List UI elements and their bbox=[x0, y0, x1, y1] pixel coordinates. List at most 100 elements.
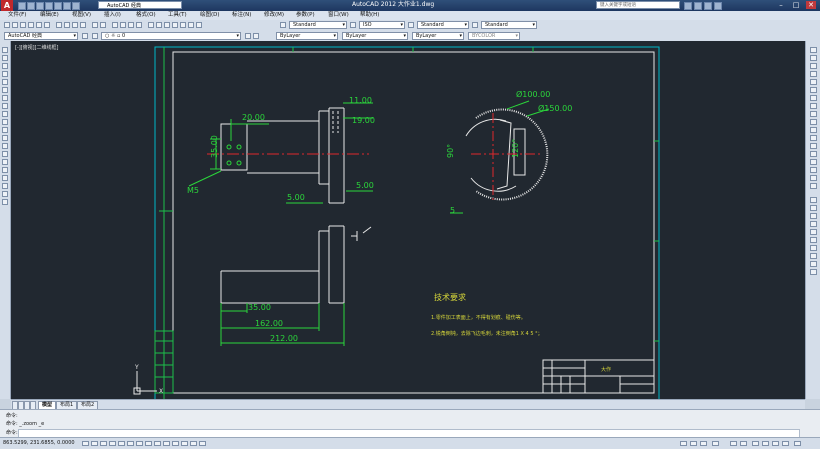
publish-icon[interactable] bbox=[44, 22, 50, 28]
maximize-button[interactable]: □ bbox=[791, 1, 801, 9]
point-icon[interactable] bbox=[2, 151, 8, 157]
snap-mode-icon[interactable] bbox=[91, 441, 98, 446]
zoom-previous-icon[interactable] bbox=[136, 22, 142, 28]
table-style-select[interactable]: Standard bbox=[417, 21, 469, 29]
workspace-select[interactable]: AutoCAD 经典 bbox=[98, 1, 182, 9]
layer-select[interactable]: ○ ☼ ▫ 0 bbox=[101, 32, 241, 40]
multileader-style-icon[interactable] bbox=[472, 22, 478, 28]
zoom-realtime-icon[interactable] bbox=[120, 22, 126, 28]
search-input[interactable]: 键入关键字或短语 bbox=[596, 1, 680, 9]
new-file-icon[interactable] bbox=[18, 2, 26, 10]
snap-center-icon[interactable] bbox=[810, 221, 817, 227]
circle-icon[interactable] bbox=[2, 95, 8, 101]
object-snap-tracking-icon[interactable] bbox=[136, 441, 143, 446]
redo-icon[interactable] bbox=[100, 22, 106, 28]
object-snap-icon[interactable] bbox=[127, 441, 134, 446]
toolbar-lock-icon[interactable] bbox=[762, 441, 769, 446]
menu-view[interactable]: 视图(V) bbox=[72, 11, 91, 20]
rotate-icon[interactable] bbox=[810, 95, 817, 101]
annotation-monitor-icon[interactable] bbox=[199, 441, 206, 446]
insert-block-icon[interactable] bbox=[2, 135, 8, 141]
layer-previous-icon[interactable] bbox=[253, 33, 259, 39]
user-icon[interactable] bbox=[694, 2, 702, 10]
menu-modify[interactable]: 修改(M) bbox=[264, 11, 284, 20]
copy-icon[interactable] bbox=[64, 22, 70, 28]
ellipse-arc-icon[interactable] bbox=[2, 127, 8, 133]
new-icon[interactable] bbox=[4, 22, 10, 28]
redo-icon[interactable] bbox=[72, 2, 80, 10]
quick-view-layouts-icon[interactable] bbox=[690, 441, 697, 446]
menu-window[interactable]: 窗口(W) bbox=[328, 11, 349, 20]
blend-curves-icon[interactable] bbox=[810, 175, 817, 181]
break-icon[interactable] bbox=[810, 143, 817, 149]
join-icon[interactable] bbox=[810, 151, 817, 157]
snap-quadrant-icon[interactable] bbox=[810, 229, 817, 235]
rectangle-icon[interactable] bbox=[2, 79, 8, 85]
menu-edit[interactable]: 编辑(E) bbox=[40, 11, 59, 20]
clean-screen-icon[interactable] bbox=[794, 441, 801, 446]
snap-nearest-icon[interactable] bbox=[810, 253, 817, 259]
dim-style-icon[interactable] bbox=[350, 22, 356, 28]
text-style-select[interactable]: Standard bbox=[289, 21, 347, 29]
lineweight-icon[interactable] bbox=[163, 441, 170, 446]
linetype-select[interactable]: ByLayer bbox=[342, 32, 408, 40]
copy-object-icon[interactable] bbox=[810, 55, 817, 61]
design-center-icon[interactable] bbox=[156, 22, 162, 28]
table-style-icon[interactable] bbox=[408, 22, 414, 28]
chamfer-icon[interactable] bbox=[810, 159, 817, 165]
table-icon[interactable] bbox=[2, 183, 8, 189]
workspace-select[interactable]: AutoCAD 经典 bbox=[4, 32, 78, 40]
quick-view-drawings-icon[interactable] bbox=[700, 441, 707, 446]
erase-icon[interactable] bbox=[810, 47, 817, 53]
dim-style-select[interactable]: ISO bbox=[359, 21, 405, 29]
minimize-button[interactable]: – bbox=[776, 1, 786, 9]
menu-format[interactable]: 格式(O) bbox=[136, 11, 156, 20]
preview-icon[interactable] bbox=[36, 22, 42, 28]
snap-endpoint-icon[interactable] bbox=[810, 197, 817, 203]
properties-icon[interactable] bbox=[148, 22, 154, 28]
scale-icon[interactable] bbox=[810, 103, 817, 109]
spline-icon[interactable] bbox=[2, 111, 8, 117]
stretch-icon[interactable] bbox=[810, 111, 817, 117]
workspace-settings-icon[interactable] bbox=[82, 33, 88, 39]
drawing-canvas[interactable]: [-][俯视][二维线框] 20.00 35.00 M5 11.00 19.00… bbox=[11, 41, 805, 399]
quick-properties-icon[interactable] bbox=[181, 441, 188, 446]
model-space-icon[interactable] bbox=[680, 441, 687, 446]
exchange-icon[interactable] bbox=[704, 2, 712, 10]
transparency-icon[interactable] bbox=[172, 441, 179, 446]
save-as-icon[interactable] bbox=[45, 2, 53, 10]
open-file-icon[interactable] bbox=[27, 2, 35, 10]
grid-display-icon[interactable] bbox=[100, 441, 107, 446]
menu-parametric[interactable]: 参数(P) bbox=[296, 11, 315, 20]
polygon-icon[interactable] bbox=[2, 71, 8, 77]
arc-icon[interactable] bbox=[2, 87, 8, 93]
undo-icon[interactable] bbox=[92, 22, 98, 28]
pan-icon[interactable] bbox=[112, 22, 118, 28]
layer-manager-icon[interactable] bbox=[92, 33, 98, 39]
ortho-mode-icon[interactable] bbox=[109, 441, 116, 446]
add-selected-icon[interactable] bbox=[2, 199, 8, 205]
open-icon[interactable] bbox=[12, 22, 18, 28]
save-icon[interactable] bbox=[36, 2, 44, 10]
search-icon[interactable] bbox=[684, 2, 692, 10]
isolate-objects-icon[interactable] bbox=[782, 441, 789, 446]
fillet-icon[interactable] bbox=[810, 167, 817, 173]
break-at-point-icon[interactable] bbox=[810, 135, 817, 141]
snap-perpendicular-icon[interactable] bbox=[810, 245, 817, 251]
undo-icon[interactable] bbox=[63, 2, 71, 10]
autocad-logo-icon[interactable]: A bbox=[1, 0, 13, 11]
text-style-icon[interactable] bbox=[280, 22, 286, 28]
menu-draw[interactable]: 绘图(D) bbox=[200, 11, 220, 20]
construction-line-icon[interactable] bbox=[2, 55, 8, 61]
zoom-window-icon[interactable] bbox=[128, 22, 134, 28]
mirror-icon[interactable] bbox=[810, 63, 817, 69]
multiline-text-icon[interactable] bbox=[2, 191, 8, 197]
auto-scale-icon[interactable] bbox=[740, 441, 747, 446]
hatch-icon[interactable] bbox=[2, 159, 8, 165]
line-icon[interactable] bbox=[2, 47, 8, 53]
menu-dimension[interactable]: 标注(N) bbox=[232, 11, 251, 20]
polar-tracking-icon[interactable] bbox=[118, 441, 125, 446]
cut-icon[interactable] bbox=[56, 22, 62, 28]
help-icon[interactable] bbox=[196, 22, 202, 28]
menu-insert[interactable]: 插入(I) bbox=[104, 11, 121, 20]
